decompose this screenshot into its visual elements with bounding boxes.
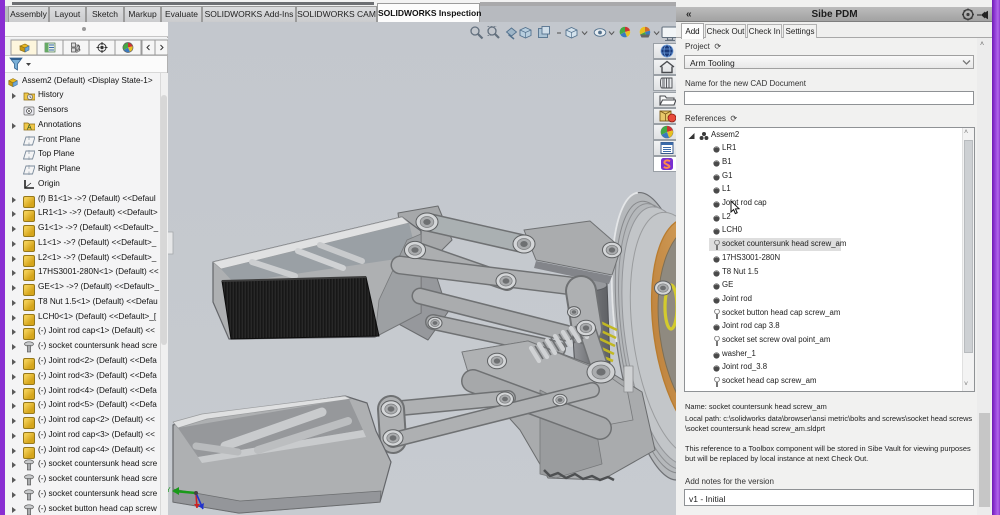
svg-text:A: A <box>27 124 32 131</box>
svg-text:β: β <box>76 45 81 54</box>
svg-text:Y: Y <box>168 487 171 494</box>
